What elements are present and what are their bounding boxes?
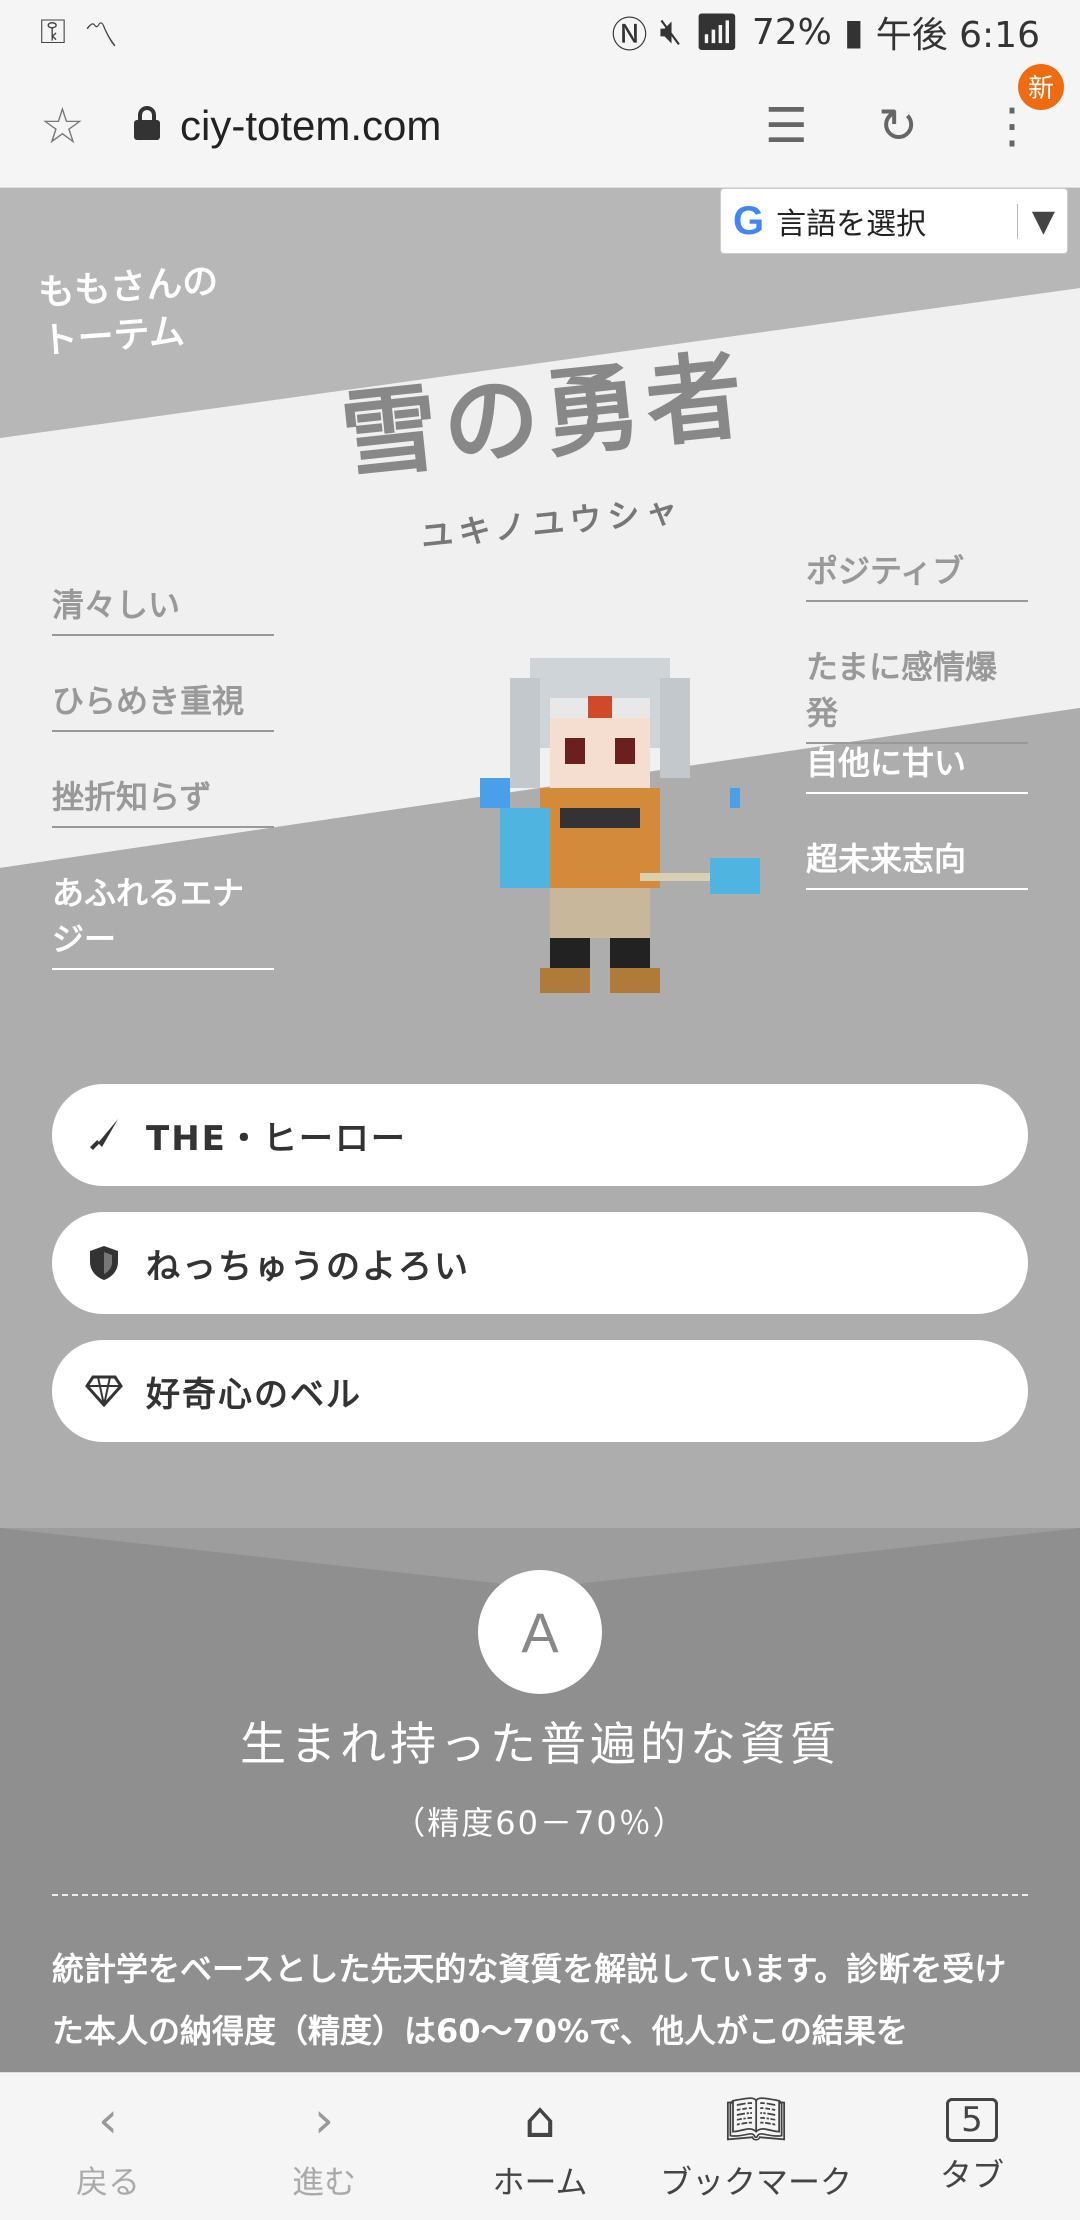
shield-icon <box>84 1243 124 1283</box>
caret-down-icon: ▼ <box>1016 203 1055 239</box>
divider <box>52 1894 1028 1896</box>
trait-right-4: 超未来志向 <box>806 834 1028 890</box>
trait-left-1: 清々しい <box>52 580 274 636</box>
web-page: G 言語を選択 ▼ ももさんの トーテム 雪の勇者 ユキノユウシャ 清々しい ひ… <box>0 188 1080 2072</box>
bookmark-star-icon[interactable]: ☆ <box>40 97 120 155</box>
browser-bottom-nav: ‹ 戻る › 進む ⌂ ホーム 📖︎ ブックマーク 5 タブ <box>0 2072 1080 2220</box>
hero-character-image <box>480 658 760 993</box>
language-selector[interactable]: G 言語を選択 ▼ <box>720 188 1068 254</box>
grade-description: 統計学をベースとした先天的な資質を解説しています。診断を受けた本人の納得度（精度… <box>52 1950 1007 2050</box>
menu-icon[interactable]: ⋮ 新 <box>988 63 1064 154</box>
grade-subtitle: （精度60－70％） <box>393 1804 687 1842</box>
key-icon: ⚿ <box>40 12 66 52</box>
browser-toolbar: ☆ ciy-totem.com ☰ ↻ ⋮ 新 <box>0 63 1080 188</box>
trait-right-2: たまに感情爆発 <box>806 642 1028 744</box>
grade-title: 生まれ持った普遍的な資質 <box>240 1717 840 1771</box>
tabs-icon: 5 <box>946 2097 998 2142</box>
diamond-icon <box>84 1371 124 1411</box>
mute-icon: 🔇︎ <box>659 11 683 52</box>
google-logo-icon: G <box>733 198 765 243</box>
trait-left-3: 挫折知らず <box>52 772 274 828</box>
nav-back-label: 戻る <box>75 2162 140 2201</box>
site-logo[interactable]: ももさんの トーテム <box>37 258 223 366</box>
nav-bookmarks-label: ブックマーク <box>659 2163 852 2201</box>
activity-icon: 〽 <box>83 15 118 56</box>
item-pill-hero[interactable]: THE・ヒーロー <box>52 1084 1028 1186</box>
trait-right-3: 自他に甘い <box>806 738 1028 794</box>
nav-home-label: ホーム <box>492 2162 588 2201</box>
trait-left-4: あふれるエナジー <box>52 868 274 970</box>
trait-right-1: ポジティブ <box>806 546 1028 602</box>
item-pill-bell[interactable]: 好奇心のベル <box>52 1340 1028 1442</box>
battery-icon: ▮ <box>843 11 864 53</box>
item-pill-bell-label: 好奇心のベル <box>146 1374 362 1415</box>
refresh-icon[interactable]: ↻ <box>878 98 918 154</box>
wifi-icon: 📶︎ <box>694 12 740 53</box>
back-icon: ‹ <box>98 2090 118 2149</box>
nfc-icon: Ⓝ <box>611 15 648 56</box>
lock-icon[interactable] <box>132 105 162 146</box>
nav-forward-label: 進む <box>291 2162 356 2201</box>
item-pill-armor-label: ねっちゅうのよろい <box>146 1246 470 1287</box>
nav-back-button[interactable]: ‹ 戻る <box>0 2073 216 2220</box>
bookmark-icon: 📖︎ <box>724 2090 788 2148</box>
nav-tabs-button[interactable]: 5 タブ <box>864 2073 1080 2220</box>
new-badge: 新 <box>1018 63 1064 110</box>
nav-home-button[interactable]: ⌂ ホーム <box>432 2073 648 2220</box>
url-field[interactable]: ciy-totem.com <box>180 102 441 150</box>
forward-icon: › <box>314 2090 334 2149</box>
item-pill-armor[interactable]: ねっちゅうのよろい <box>52 1212 1028 1314</box>
item-pill-hero-label: THE・ヒーロー <box>146 1118 407 1159</box>
trait-left-2: ひらめき重視 <box>52 676 274 732</box>
status-bar: ⚿ 〽 Ⓝ 🔇︎ 📶︎ 72% ▮ 午後 6:16 <box>0 0 1080 64</box>
battery-percent: 72% <box>751 11 832 53</box>
home-icon: ⌂ <box>524 2090 556 2149</box>
nav-forward-button[interactable]: › 進む <box>216 2073 432 2220</box>
tab-count: 5 <box>961 2099 983 2140</box>
clock: 午後 6:16 <box>875 15 1040 56</box>
nav-bookmarks-button[interactable]: 📖︎ ブックマーク <box>648 2073 864 2220</box>
sword-icon <box>84 1115 124 1155</box>
language-selector-label: 言語を選択 <box>776 207 927 242</box>
nav-tabs-label: タブ <box>939 2155 1004 2194</box>
grade-badge: A <box>478 1570 602 1694</box>
reader-mode-icon[interactable]: ☰ <box>765 98 808 154</box>
